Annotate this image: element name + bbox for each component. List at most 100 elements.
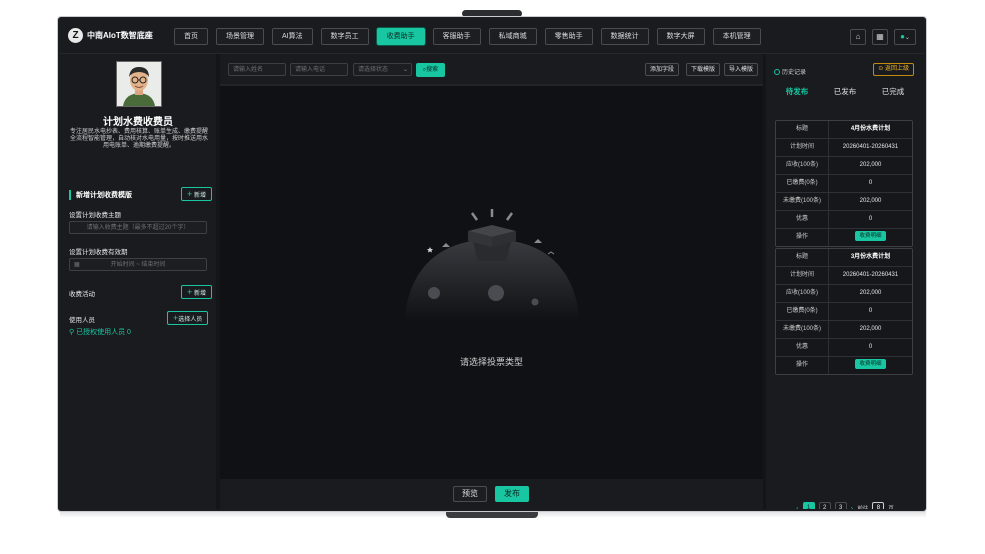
row-label: 应收(100条) (776, 285, 829, 302)
row-value: 3月份水费计划 (850, 254, 891, 260)
monitor-icon[interactable]: ⌂ (850, 29, 866, 45)
action-label: 操作 (776, 229, 829, 246)
phone-input[interactable]: 请输入电话 (290, 63, 348, 76)
row-label: 已缴费(0条) (776, 175, 829, 192)
page-2[interactable]: 2 (818, 502, 831, 509)
add-template-button[interactable]: + 新增 (181, 187, 212, 201)
row-value: 4月份水费计划 (850, 126, 891, 132)
add-field-button[interactable]: 添加字段 (645, 63, 680, 76)
goto-label: 前往 (857, 506, 869, 509)
activity-label: 收费活动 (69, 291, 95, 298)
section-title: 新增计划收费模版 (69, 190, 132, 200)
status-placeholder: 请选择状态 (358, 67, 389, 73)
search-button[interactable]: ⌕搜索 (416, 63, 445, 77)
nav-item-3[interactable]: 数字员工 (320, 28, 369, 45)
nav-item-1[interactable]: 场景管理 (216, 28, 264, 45)
status-select[interactable]: 请选择状态 ⌄ (353, 63, 412, 76)
plus-icon: + (187, 287, 193, 297)
back-button[interactable]: ⊙ 返回上级 (873, 63, 914, 76)
goto-page-input[interactable]: 8 (872, 502, 885, 509)
role-description: 专注居民水电抄表、费用核算、账单生成、缴费提醒全流程智能管理，自动核对水电用量，… (69, 129, 208, 149)
authorized-users-text: 已授权使用人员 0 (76, 329, 131, 336)
history-link[interactable]: 历史记录 (774, 67, 806, 76)
page-unit: 页 (888, 506, 894, 509)
monitor-camera (462, 10, 522, 17)
page-3[interactable]: 3 (834, 502, 847, 509)
nav-item-0[interactable]: 首页 (174, 28, 208, 45)
avatar-illustration (117, 62, 161, 106)
fee-detail-button[interactable]: 收费明细 (855, 231, 886, 242)
nav-item-10[interactable]: 本机管理 (712, 28, 761, 45)
card-row: 已缴费(0条) 0 (776, 175, 912, 193)
user-outline-icon: ⚲ (69, 329, 75, 336)
users-label: 使用人员 (69, 317, 95, 324)
fee-detail-button[interactable]: 收费明细 (855, 359, 886, 370)
prev-page-icon[interactable]: ‹ (796, 504, 799, 510)
topic-label: 设置计划收费主题 (69, 212, 121, 219)
card-row: 优惠 0 (776, 211, 912, 229)
brand-logo[interactable]: Z 中南AIoT数智底座 (68, 28, 153, 43)
top-bar: Z 中南AIoT数智底座 首页 场景管理 AI算法 数字员工 收费助手 客服助手 私域商城零… (60, 19, 924, 54)
main-nav: 首页 场景管理 AI算法 数字员工 收费助手 客服助手 私域商城 零售助手 数据统计 数字大屏 本机… (174, 28, 761, 45)
nav-item-5[interactable]: 客服助手 (432, 28, 481, 45)
card-row: 已缴费(0条) 0 (776, 303, 912, 321)
avatar (116, 61, 162, 107)
device-icon[interactable]: ▦ (872, 29, 888, 45)
period-label: 设置计划收费有效期 (69, 249, 128, 256)
topbar-actions: ⌂ ▦ ●⌄ (850, 29, 916, 45)
select-users-button[interactable]: +选择人员 (167, 311, 209, 325)
publish-button[interactable]: 发布 (495, 486, 529, 502)
row-value: 0 (868, 344, 873, 350)
next-page-icon[interactable]: › (851, 504, 854, 510)
empty-state-text: 请选择投票类型 (459, 357, 523, 367)
nav-item-4[interactable]: 收费助手 (376, 28, 425, 45)
chevron-down-icon: ⌄ (402, 67, 408, 73)
card-row: 计划时间 20260401-20260431 (776, 267, 912, 285)
row-label: 标题 (776, 249, 829, 266)
row-value: 20260401-20260431 (842, 144, 899, 150)
tab-0[interactable]: 待发布 (774, 86, 820, 97)
tab-1[interactable]: 已发布 (822, 86, 868, 97)
download-template-button[interactable]: 下载模版 (686, 63, 721, 76)
action-cell: 收费明细 (829, 229, 912, 246)
card-action-row: 操作 收费明细 (776, 357, 912, 374)
calendar-icon: ▦ (74, 262, 80, 268)
bottom-action-bar: 预览 发布 (220, 479, 763, 509)
nav-item-7[interactable]: 零售助手 (544, 28, 593, 45)
tab-2[interactable]: 已完成 (870, 86, 916, 97)
row-label: 应收(100条) (776, 157, 829, 174)
row-label: 计划时间 (776, 139, 829, 156)
import-template-button[interactable]: 导入模版 (724, 63, 759, 76)
back-label: 返回上级 (884, 66, 909, 72)
row-value: 202,000 (859, 326, 882, 332)
page-1[interactable]: 1 (802, 502, 815, 509)
add-activity-button[interactable]: + 新增 (181, 285, 212, 299)
card-row: 应收(100条) 202,000 (776, 285, 912, 303)
user-menu-button[interactable]: ●⌄ (894, 29, 916, 45)
action-cell: 收费明细 (829, 357, 912, 374)
row-label: 未缴费(100条) (776, 321, 829, 338)
add-activity-label: 新增 (193, 291, 206, 297)
role-title: 计划水费收费员 (103, 117, 173, 128)
card-row: 应收(100条) 202,000 (776, 157, 912, 175)
card-row: 标题 4月份水费计划 (776, 121, 912, 139)
authorized-users-link[interactable]: ⚲ 已授权使用人员 0 (69, 327, 131, 337)
logo-icon: Z (68, 28, 83, 43)
brand-name: 中南AIoT数智底座 (87, 31, 153, 40)
nav-item-9[interactable]: 数字大屏 (656, 28, 705, 45)
nav-item-6[interactable]: 私域商城 (488, 28, 537, 45)
period-date-range[interactable]: ▦ 开始时间 ~ 结束时间 (69, 258, 207, 271)
row-label: 计划时间 (776, 267, 829, 284)
preview-button[interactable]: 预览 (453, 486, 487, 502)
row-value: 0 (868, 216, 873, 222)
monitor-stand (446, 511, 538, 518)
topic-input[interactable]: 请输入收费主题（最多不超过20个字） (69, 221, 207, 234)
nav-item-2[interactable]: AI算法 (272, 28, 313, 45)
empty-box-illustration (404, 209, 580, 321)
monitor: Z 中南AIoT数智底座 首页 场景管理 AI算法 数字员工 收费助手 客服助手 私域商城零… (58, 17, 926, 511)
row-value: 20260401-20260431 (842, 272, 899, 278)
nav-item-8[interactable]: 数据统计 (600, 28, 649, 45)
card-row: 未缴费(100条) 202,000 (776, 193, 912, 211)
main-panel: 请输入姓名 请输入电话 请选择状态 ⌄ ⌕搜索 添加字段 下载模版 导入模版 请… (220, 54, 763, 509)
name-input[interactable]: 请输入姓名 (228, 63, 286, 76)
